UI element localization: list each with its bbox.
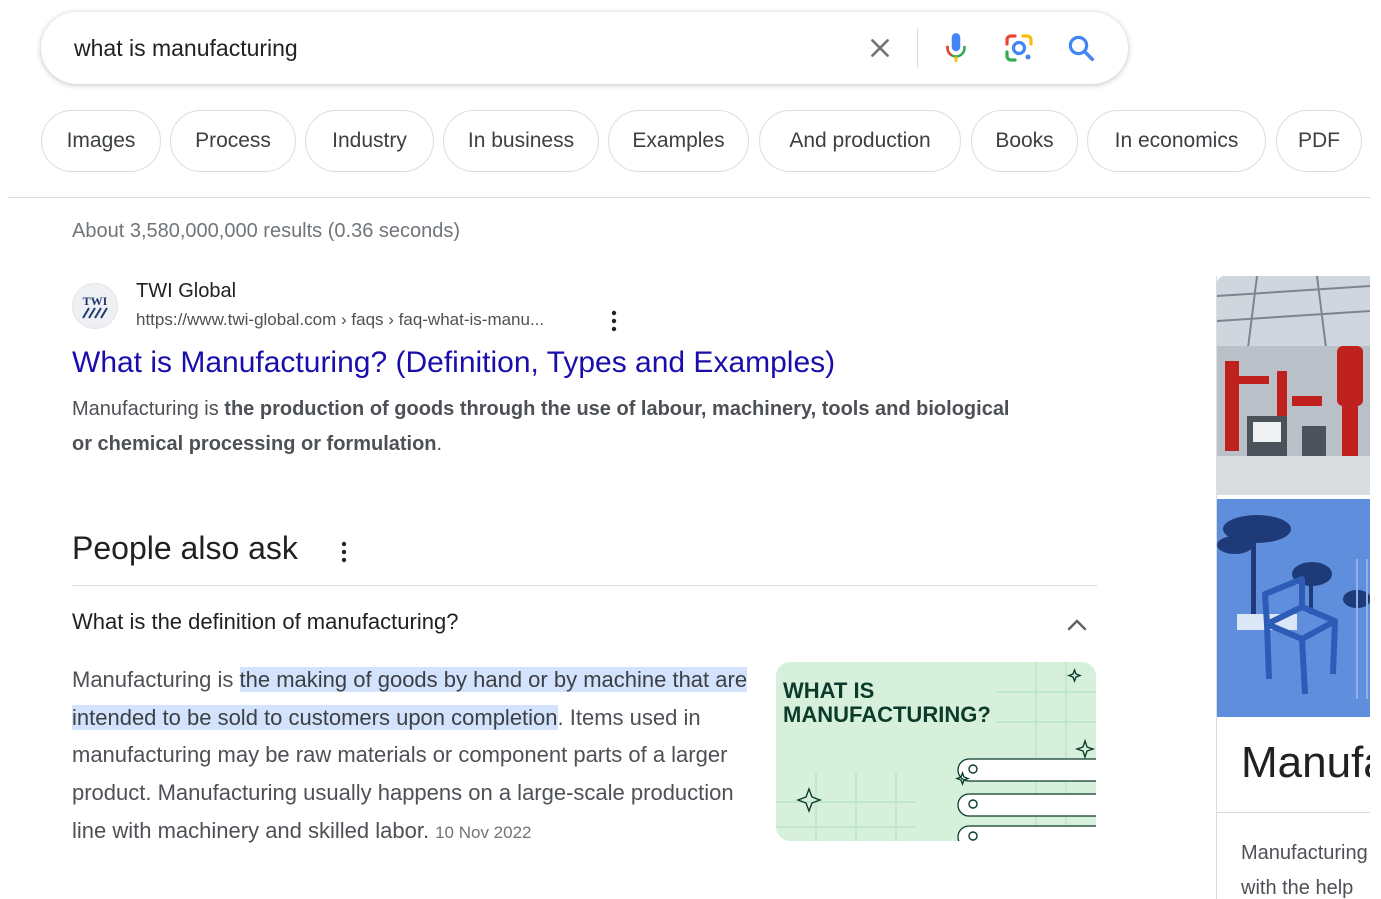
chevron-up-icon[interactable] <box>1063 611 1091 639</box>
result-title-link[interactable]: What is Manufacturing? (Definition, Type… <box>72 346 835 380</box>
chip-and-production[interactable]: And production <box>759 110 961 172</box>
knowledge-panel-description: Manufacturing with the help <box>1241 836 1370 899</box>
search-bar <box>41 12 1128 84</box>
favicon-text: TWI <box>83 294 108 308</box>
google-lens-icon[interactable] <box>1001 30 1037 66</box>
close-icon[interactable] <box>862 30 898 66</box>
chip-in-business[interactable]: In business <box>443 110 599 172</box>
paa-heading: People also ask <box>72 530 298 566</box>
chip-pdf[interactable]: PDF <box>1276 110 1362 172</box>
paa-divider <box>72 585 1097 586</box>
answer-date: 10 Nov 2022 <box>435 822 532 842</box>
site-url[interactable]: https://www.twi-global.com › faqs › faq-… <box>136 310 544 330</box>
kp-desc-line1: Manufacturing <box>1241 842 1368 864</box>
paa-question[interactable]: What is the definition of manufacturing? <box>72 609 458 635</box>
search-icon[interactable] <box>1063 30 1099 66</box>
chip-books[interactable]: Books <box>971 110 1078 172</box>
paa-more-options-icon[interactable] <box>334 538 354 566</box>
knowledge-panel-divider <box>1217 812 1370 813</box>
chip-in-economics[interactable]: In economics <box>1087 110 1266 172</box>
knowledge-panel-image-factory[interactable] <box>1217 276 1370 495</box>
chip-industry[interactable]: Industry <box>305 110 434 172</box>
search-bar-divider <box>917 28 918 68</box>
chip-process[interactable]: Process <box>170 110 296 172</box>
paa-answer: Manufacturing is the making of goods by … <box>72 661 762 852</box>
header-divider <box>8 197 1370 198</box>
site-favicon[interactable]: TWI <box>72 283 118 329</box>
result-more-options-icon[interactable] <box>604 308 624 334</box>
microphone-icon[interactable] <box>938 30 974 66</box>
search-input[interactable] <box>74 32 854 64</box>
paa-thumbnail[interactable]: WHAT IS MANUFACTURING? <box>776 662 1096 841</box>
snippet-text: Manufacturing is <box>72 398 225 420</box>
knowledge-panel-title: Manufacturing <box>1241 738 1370 787</box>
site-name[interactable]: TWI Global <box>136 280 236 303</box>
knowledge-panel-image-illustration[interactable] <box>1217 499 1370 717</box>
kp-desc-line2: with the help <box>1241 877 1354 899</box>
chip-examples[interactable]: Examples <box>608 110 749 172</box>
snippet-end: . <box>436 433 443 455</box>
answer-prefix: Manufacturing is <box>72 667 240 692</box>
result-snippet: Manufacturing is the production of goods… <box>72 392 1032 462</box>
result-stats: About 3,580,000,000 results (0.36 second… <box>72 220 461 242</box>
chip-images[interactable]: Images <box>41 110 161 172</box>
